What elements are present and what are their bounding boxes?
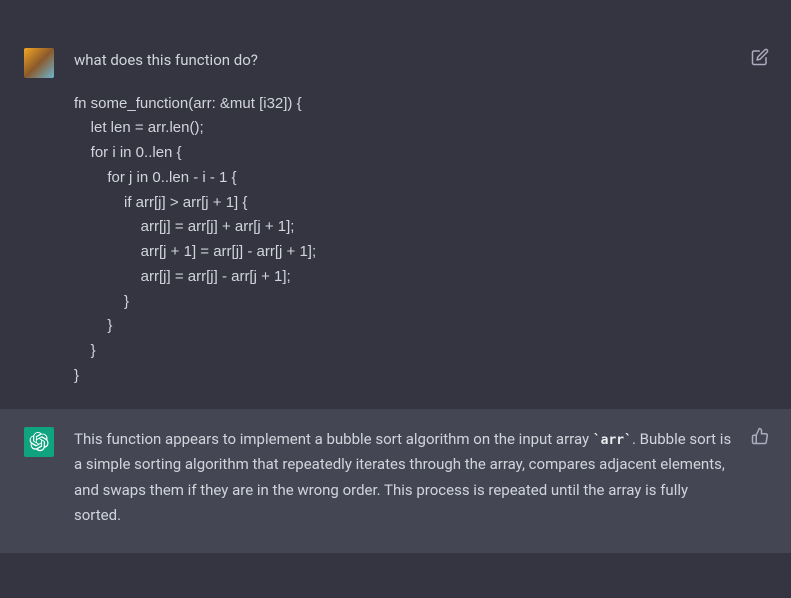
assistant-message-actions (751, 427, 769, 445)
assistant-message-content: This function appears to implement a bub… (74, 427, 767, 529)
user-message-actions (751, 48, 769, 66)
thumbs-up-icon[interactable] (751, 427, 769, 445)
inline-code: `arr` (593, 433, 632, 448)
question-text: what does this function do? (74, 48, 737, 74)
user-message-content: what does this function do? fn some_func… (74, 48, 767, 389)
assistant-avatar (24, 427, 54, 457)
assistant-text-before: This function appears to implement a bub… (74, 430, 593, 448)
user-message: what does this function do? fn some_func… (0, 30, 791, 409)
user-avatar (24, 48, 54, 78)
code-block: fn some_function(arr: &mut [i32]) { let … (74, 92, 737, 389)
edit-icon[interactable] (751, 48, 769, 66)
top-bar (0, 0, 791, 30)
assistant-message: This function appears to implement a bub… (0, 409, 791, 553)
